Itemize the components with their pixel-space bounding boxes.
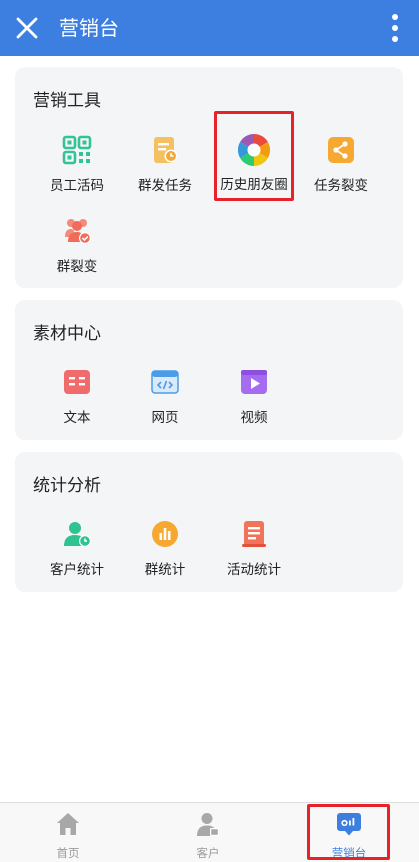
tab-label: 客户 bbox=[196, 846, 220, 860]
tool-label: 文本 bbox=[63, 410, 91, 426]
activity-stats-icon bbox=[242, 521, 266, 547]
material-center-card: 素材中心 文本 网页 视频 bbox=[15, 300, 403, 440]
tool-activity-stats[interactable]: 活动统计 bbox=[209, 519, 299, 578]
close-icon[interactable] bbox=[14, 15, 40, 41]
mass-send-task-icon bbox=[154, 137, 178, 163]
section-title: 素材中心 bbox=[33, 324, 101, 344]
section-title: 营销工具 bbox=[33, 91, 101, 111]
section-title: 统计分析 bbox=[33, 476, 101, 496]
tool-customer-stats[interactable]: 客户统计 bbox=[32, 519, 122, 578]
tool-text[interactable]: 文本 bbox=[32, 367, 122, 426]
tool-group-fission[interactable]: 群裂变 bbox=[32, 216, 122, 275]
text-icon bbox=[64, 370, 90, 394]
tool-label: 网页 bbox=[151, 410, 179, 426]
tab-marketing[interactable]: 营销台 bbox=[309, 811, 389, 861]
header-bar: 营销台 bbox=[0, 0, 419, 56]
more-vertical-icon[interactable] bbox=[391, 13, 399, 43]
group-stats-icon bbox=[152, 521, 178, 547]
tool-label: 群裂变 bbox=[56, 259, 98, 275]
tool-history-moments[interactable]: 历史朋友圈 bbox=[209, 133, 299, 193]
tool-label: 历史朋友圈 bbox=[220, 177, 288, 193]
tool-employee-qr[interactable]: 员工活码 bbox=[32, 135, 122, 194]
tab-label: 首页 bbox=[56, 846, 80, 860]
tool-label: 群发任务 bbox=[138, 178, 192, 194]
marketing-icon bbox=[337, 813, 361, 836]
webpage-code-icon bbox=[151, 370, 179, 394]
customer-stats-icon bbox=[64, 522, 91, 547]
tab-home[interactable]: 首页 bbox=[28, 811, 108, 861]
tool-group-stats[interactable]: 群统计 bbox=[120, 519, 210, 578]
statistics-card: 统计分析 客户统计 群统计 活动统计 bbox=[15, 452, 403, 592]
tool-label: 活动统计 bbox=[227, 562, 281, 578]
marketing-tools-card: 营销工具 员工活码 群发任务 历史朋友圈 任务裂变 群裂变 bbox=[15, 67, 403, 288]
home-icon bbox=[57, 813, 79, 835]
page-title: 营销台 bbox=[59, 16, 119, 40]
group-fission-icon bbox=[65, 219, 91, 244]
moments-aperture-icon bbox=[237, 133, 271, 167]
bottom-tab-bar: 首页 客户 营销台 bbox=[0, 802, 419, 862]
tab-customer[interactable]: 客户 bbox=[168, 811, 248, 861]
share-icon bbox=[328, 137, 354, 163]
tool-task-fission[interactable]: 任务裂变 bbox=[296, 135, 386, 194]
video-play-icon bbox=[241, 370, 267, 394]
tool-label: 群统计 bbox=[144, 562, 186, 578]
qr-code-icon bbox=[62, 135, 92, 165]
tool-video[interactable]: 视频 bbox=[209, 367, 299, 426]
tool-label: 任务裂变 bbox=[314, 178, 368, 194]
customer-icon bbox=[197, 813, 219, 836]
tool-webpage[interactable]: 网页 bbox=[120, 367, 210, 426]
tab-label: 营销台 bbox=[331, 846, 367, 860]
tool-label: 客户统计 bbox=[50, 562, 104, 578]
tool-mass-send-task[interactable]: 群发任务 bbox=[120, 135, 210, 194]
tool-label: 视频 bbox=[240, 410, 268, 426]
tool-label: 员工活码 bbox=[50, 178, 104, 194]
